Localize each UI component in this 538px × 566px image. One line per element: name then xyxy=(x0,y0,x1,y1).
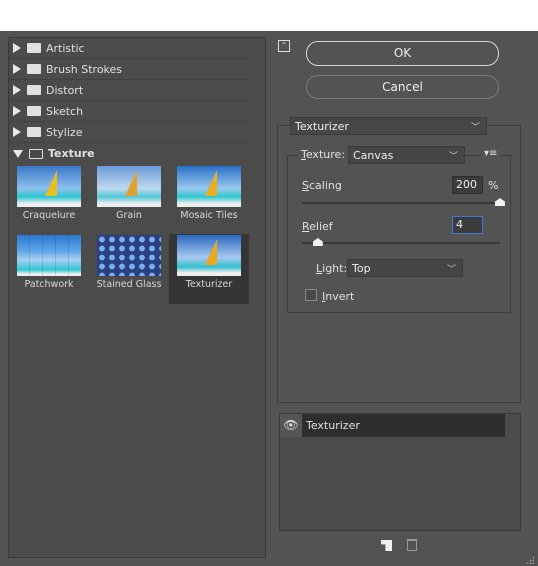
thumbnail-label: Grain xyxy=(116,210,142,221)
thumbnail-label: Craquelure xyxy=(22,210,76,221)
light-label: Light: xyxy=(316,262,348,275)
scaling-input[interactable]: 200 xyxy=(452,176,483,194)
cancel-button[interactable]: Cancel xyxy=(306,75,499,99)
chevron-down-icon: ﹀ xyxy=(448,152,458,162)
scaling-label: Scaling xyxy=(302,179,342,192)
folder-icon xyxy=(27,106,41,116)
collapse-icon xyxy=(13,149,23,158)
category-label: Stylize xyxy=(46,125,83,139)
chevron-down-icon: ﹀ xyxy=(470,123,480,133)
thumbnail-label: Texturizer xyxy=(185,279,233,290)
thumbnail-craquelure[interactable] xyxy=(17,166,81,207)
category-brush-strokes[interactable]: Brush Strokes xyxy=(9,59,249,80)
collapse-gallery-icon[interactable]: ⌃ xyxy=(278,40,290,52)
texture-select[interactable]: Canvas ﹀ xyxy=(348,146,465,164)
light-select[interactable]: Top ﹀ xyxy=(347,259,463,277)
thumbnail-stained-glass[interactable] xyxy=(97,235,161,276)
category-sketch[interactable]: Sketch xyxy=(9,101,249,122)
category-stylize[interactable]: Stylize xyxy=(9,122,249,143)
filter-gallery-panel: Artistic Brush Strokes Distort Sketch St… xyxy=(8,37,266,558)
folder-open-icon xyxy=(29,148,43,159)
eye-icon[interactable]: 👁 xyxy=(280,414,302,437)
ok-button[interactable]: OK xyxy=(306,41,499,66)
scaling-slider[interactable] xyxy=(302,202,500,204)
invert-label: Invert xyxy=(322,290,355,303)
relief-input[interactable]: 4 xyxy=(452,216,483,234)
category-label: Texture xyxy=(48,147,95,160)
category-artistic[interactable]: Artistic xyxy=(9,38,249,59)
category-distort[interactable]: Distort xyxy=(9,80,249,101)
thumbnail-mosaic-tiles[interactable] xyxy=(177,166,241,207)
thumbnail-patchwork[interactable] xyxy=(17,235,81,276)
expand-icon xyxy=(13,85,21,95)
category-texture[interactable]: Texture xyxy=(9,143,249,164)
category-label: Artistic xyxy=(46,41,85,55)
chevron-down-icon: ﹀ xyxy=(446,265,456,275)
category-label: Brush Strokes xyxy=(46,62,123,76)
new-effect-layer-icon[interactable] xyxy=(381,540,392,551)
resize-grip[interactable] xyxy=(526,556,534,564)
trash-icon[interactable] xyxy=(407,539,417,551)
folder-icon xyxy=(27,127,41,137)
texture-label-wrap: Texture: xyxy=(298,148,348,161)
expand-icon xyxy=(13,43,21,53)
top-band xyxy=(0,0,538,31)
thumbnail-label: Mosaic Tiles xyxy=(180,210,238,221)
invert-checkbox[interactable] xyxy=(305,289,317,301)
thumbnail-label: Stained Glass xyxy=(96,279,162,290)
scaling-unit: % xyxy=(488,179,499,192)
relief-label: Relief xyxy=(302,220,333,233)
thumbnail-texturizer[interactable] xyxy=(177,235,241,276)
thumbnail-grain[interactable] xyxy=(97,166,161,207)
effect-layer-row[interactable]: Texturizer xyxy=(302,414,505,437)
category-label: Distort xyxy=(46,83,84,97)
light-value: Top xyxy=(352,261,371,275)
texture-label: Texture: xyxy=(301,148,345,161)
thumbnail-label: Patchwork xyxy=(24,279,74,290)
category-label: Sketch xyxy=(46,104,84,118)
folder-icon xyxy=(27,64,41,74)
folder-icon xyxy=(27,85,41,95)
filter-select-value: Texturizer xyxy=(295,119,349,133)
filter-select[interactable]: Texturizer ﹀ xyxy=(290,117,487,135)
expand-icon xyxy=(13,127,21,137)
effect-layer-label: Texturizer xyxy=(306,419,360,432)
expand-icon xyxy=(13,106,21,116)
folder-icon xyxy=(27,43,41,53)
texture-menu-icon[interactable]: ▾≡ xyxy=(481,148,501,159)
texture-value: Canvas xyxy=(353,148,394,162)
relief-slider[interactable] xyxy=(302,242,500,244)
expand-icon xyxy=(13,64,21,74)
